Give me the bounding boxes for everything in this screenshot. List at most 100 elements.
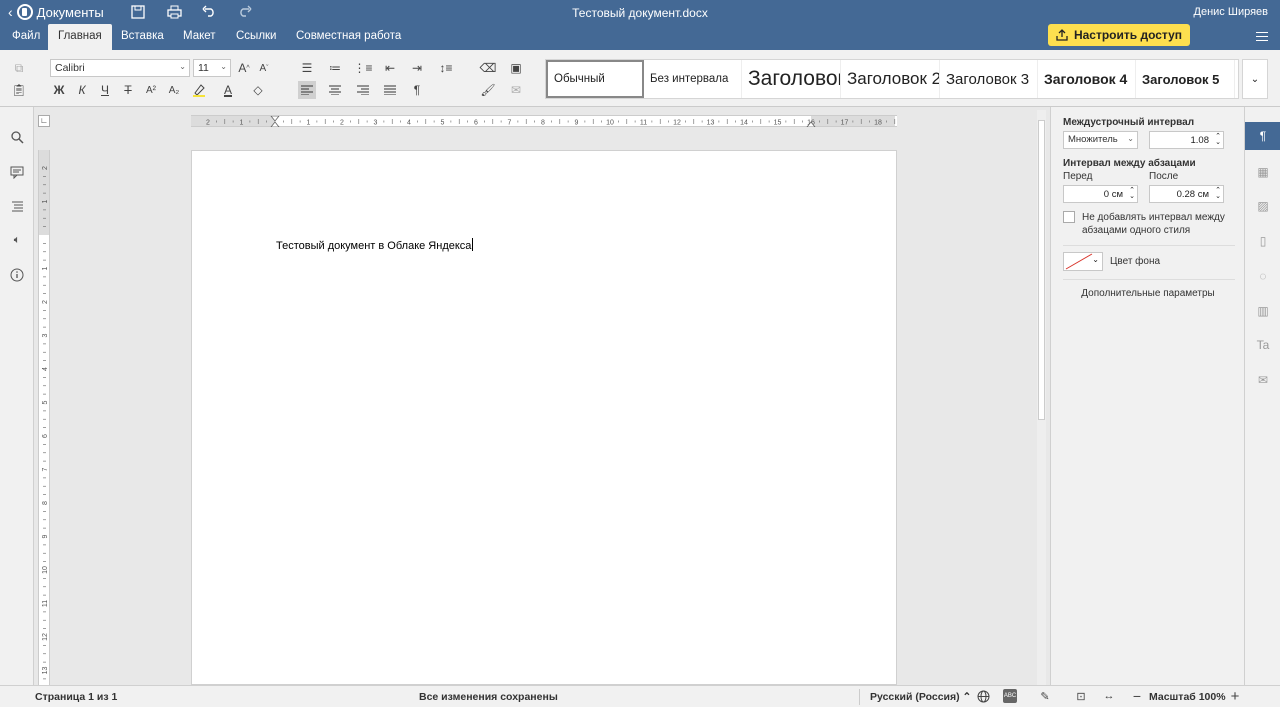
table-settings-icon[interactable]: ▦ [1255, 164, 1271, 180]
italic-button[interactable]: К [73, 81, 91, 99]
shading-icon[interactable]: ◇ [249, 81, 267, 99]
styles-expand-button[interactable]: ⌄ [1242, 59, 1268, 99]
navigation-icon[interactable] [9, 198, 25, 214]
document-page[interactable]: Тестовый документ в Облаке Яндекса [191, 150, 897, 685]
ruler-label: 1 [42, 199, 49, 203]
header-footer-icon[interactable]: ▯ [1255, 233, 1271, 249]
mail-merge-icon[interactable]: ✉ [507, 81, 525, 99]
ruler-label: 1 [240, 120, 244, 127]
underline-button[interactable]: Ч [96, 81, 114, 99]
ruler-label: 11 [640, 120, 647, 127]
mail-merge-settings-icon[interactable]: ✉ [1255, 372, 1271, 388]
multilevel-list-icon[interactable]: ⋮≡ [354, 59, 373, 77]
line-spacing-icon[interactable]: ↕≡ [437, 59, 455, 77]
spacing-after-label: После [1149, 171, 1179, 182]
globe-icon[interactable] [976, 689, 990, 703]
status-bar: Страница 1 из 1 Все изменения сохранены … [0, 685, 1280, 707]
color-scheme-icon[interactable]: ▣ [507, 59, 525, 77]
copy-icon[interactable]: ⧉ [10, 59, 28, 77]
document-title: Тестовый документ.docx [572, 6, 708, 20]
track-changes-icon[interactable]: ✎ [1038, 689, 1052, 703]
style-heading-5[interactable]: Заголовок 5 [1136, 60, 1235, 98]
ruler-label: 7 [42, 467, 49, 471]
clear-formatting-icon[interactable]: ⌫ [479, 59, 497, 77]
document-body[interactable]: Тестовый документ в Облаке Яндекса [276, 238, 474, 252]
shape-settings-icon[interactable]: ◌ [1255, 268, 1271, 284]
language-selector[interactable]: Русский (Россия) ⌃ [870, 691, 971, 703]
tab-collaboration[interactable]: Совместная работа [286, 24, 411, 50]
format-painter-icon[interactable]: 🖌︎ [479, 81, 497, 99]
font-color-button[interactable]: A [219, 81, 237, 99]
ruler-label: 2 [340, 120, 344, 127]
horizontal-ruler[interactable]: 21123456789101112131415161718 [191, 115, 897, 127]
paragraph-settings-icon[interactable]: ¶ [1245, 122, 1280, 150]
tab-home[interactable]: Главная [48, 24, 112, 50]
speaker-icon[interactable]: 🔈︎ [9, 232, 25, 248]
chart-settings-icon[interactable]: ▥ [1255, 303, 1271, 319]
tab-file[interactable]: Файл [2, 24, 50, 50]
no-space-checkbox[interactable] [1063, 211, 1075, 223]
increase-indent-icon[interactable]: ⇥ [408, 59, 426, 77]
font-name-select[interactable]: Calibri ⌄ [50, 59, 190, 77]
spacing-after-input[interactable]: 0.28 см [1149, 185, 1224, 203]
style-heading-1[interactable]: Заголовок 1 [742, 60, 841, 98]
tab-layout[interactable]: Макет [173, 24, 226, 50]
align-right-icon[interactable] [354, 81, 372, 99]
highlight-icon[interactable] [190, 81, 208, 99]
line-spacing-value-input[interactable]: 1.08 [1149, 131, 1224, 149]
info-icon[interactable] [9, 267, 25, 283]
fit-width-icon[interactable]: ↔ [1102, 689, 1116, 703]
numbered-list-icon[interactable]: ≔ [326, 59, 344, 77]
zoom-in-button[interactable]: + [1228, 688, 1242, 705]
background-color-picker[interactable]: ⌄ [1063, 252, 1103, 271]
vertical-ruler[interactable]: 2 1 1 2 3 4 5 6 7 8 9 10 11 12 13 [38, 150, 50, 685]
vertical-scrollbar[interactable] [1037, 110, 1046, 685]
advanced-settings-link[interactable]: Дополнительные параметры [1051, 288, 1245, 299]
ruler-label: 12 [673, 120, 681, 127]
document-text[interactable]: Тестовый документ в Облаке Яндекса [276, 240, 471, 252]
menu-icon[interactable] [1256, 32, 1268, 41]
subscript-button[interactable]: A₂ [165, 81, 183, 99]
align-left-icon[interactable] [298, 81, 316, 99]
paragraph-marks-button[interactable]: ¶ [408, 81, 426, 99]
line-spacing-title: Междустрочный интервал [1063, 117, 1195, 128]
zoom-level[interactable]: Масштаб 100% [1149, 691, 1226, 703]
share-access-button[interactable]: Настроить доступ [1048, 24, 1190, 46]
justify-icon[interactable] [381, 81, 399, 99]
style-heading-3[interactable]: Заголовок 3 [940, 60, 1038, 98]
text-art-icon[interactable]: Ta [1255, 337, 1271, 353]
indent-marker[interactable] [270, 116, 280, 127]
search-icon[interactable] [9, 129, 25, 145]
comments-icon[interactable] [9, 164, 25, 180]
grow-font-button[interactable]: A ^ [235, 59, 253, 77]
font-size-select[interactable]: 11 ⌄ [193, 59, 231, 77]
line-spacing-mode-select[interactable]: Множитель ⌄ [1063, 131, 1138, 149]
superscript-button[interactable]: A² [142, 81, 160, 99]
page-counter[interactable]: Страница 1 из 1 [35, 691, 117, 703]
scrollbar-thumb[interactable] [1038, 120, 1045, 420]
style-no-spacing[interactable]: Без интервала [644, 60, 742, 98]
paragraph-settings-panel: Междустрочный интервал Множитель ⌄ 1.08 … [1050, 107, 1244, 685]
chevron-down-icon: ⌄ [1250, 73, 1260, 85]
zoom-out-button[interactable]: − [1130, 688, 1144, 704]
align-center-icon[interactable] [326, 81, 344, 99]
user-name[interactable]: Денис Ширяев [1194, 6, 1268, 18]
bullet-list-icon[interactable]: ☰ [298, 59, 316, 77]
tab-insert[interactable]: Вставка [111, 24, 174, 50]
style-heading-2[interactable]: Заголовок 2 [841, 60, 940, 98]
strikethrough-button[interactable]: Т [119, 81, 137, 99]
tab-references[interactable]: Ссылки [226, 24, 287, 50]
horizontal-ruler-scale: 21123456789101112131415161718 [206, 116, 896, 127]
image-settings-icon[interactable]: ▨ [1255, 198, 1271, 214]
bold-button[interactable]: Ж [50, 81, 68, 99]
paste-icon[interactable]: 📋︎ [10, 81, 28, 99]
style-heading-4[interactable]: Заголовок 4 [1038, 60, 1136, 98]
fit-page-icon[interactable]: ⊡ [1074, 689, 1088, 703]
shrink-font-button[interactable]: Aˇ [255, 59, 273, 77]
tab-stop-selector[interactable]: ∟ [38, 115, 50, 127]
decrease-indent-icon[interactable]: ⇤ [381, 59, 399, 77]
spellcheck-icon[interactable]: ABC [1003, 689, 1017, 703]
spacing-before-input[interactable]: 0 см [1063, 185, 1138, 203]
style-normal[interactable]: Обычный [546, 60, 644, 98]
text-cursor [472, 238, 474, 251]
